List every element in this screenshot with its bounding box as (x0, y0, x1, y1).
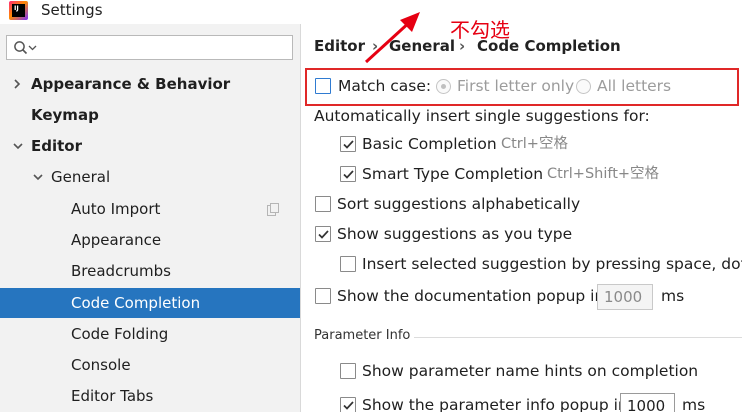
insert-by-space-row: Insert selected suggestion by pressing s… (340, 253, 742, 275)
show-info-popup-row: Show the parameter info popup in 1000 ms (340, 392, 742, 412)
sidebar-item-label: Code Folding (71, 325, 169, 343)
checkmark-icon (343, 401, 354, 410)
checkmark-icon (343, 170, 354, 179)
sidebar-item-appearance[interactable]: Appearance (0, 226, 300, 254)
show-as-you-type-label: Show suggestions as you type (337, 225, 573, 243)
checkmark-icon (343, 140, 354, 149)
sort-alphabetically-row: Sort suggestions alphabetically (315, 193, 735, 215)
app-icon-text: IJ (12, 4, 25, 17)
sort-alphabetically-label: Sort suggestions alphabetically (337, 195, 581, 213)
sidebar-item-label: Editor Tabs (71, 387, 154, 405)
show-as-you-type-row: Show suggestions as you type (315, 223, 735, 245)
sidebar-item-appearance-behavior[interactable]: Appearance & Behavior (0, 70, 300, 98)
sort-alphabetically-checkbox[interactable] (315, 196, 331, 212)
chevron-down-icon[interactable] (32, 171, 44, 183)
window-title: Settings (41, 1, 103, 19)
doc-popup-unit: ms (661, 287, 685, 305)
sidebar-item-label: Editor (31, 137, 82, 155)
info-popup-delay-input[interactable]: 1000 (620, 393, 675, 412)
sidebar-item-label: Breadcrumbs (71, 262, 171, 280)
sidebar-item-label: Appearance & Behavior (31, 75, 231, 93)
show-doc-popup-label: Show the documentation popup in (337, 287, 605, 305)
info-popup-unit: ms (682, 396, 706, 412)
sidebar-item-code-completion[interactable]: Code Completion (0, 288, 300, 318)
annotation-text: 不勾选 (450, 18, 510, 42)
sidebar-item-general[interactable]: General (0, 163, 300, 191)
show-doc-popup-row: Show the documentation popup in 1000 ms (315, 284, 735, 312)
insert-by-space-checkbox[interactable] (340, 256, 356, 272)
annotation-arrow-icon (364, 12, 420, 64)
basic-completion-label: Basic Completion (362, 135, 497, 153)
smart-type-completion-row: Smart Type Completion Ctrl+Shift+空格 (340, 163, 740, 185)
project-settings-icon (267, 203, 279, 216)
doc-popup-delay-input[interactable]: 1000 (597, 284, 653, 310)
show-as-you-type-checkbox[interactable] (315, 226, 331, 242)
sidebar-item-editor[interactable]: Editor (0, 132, 300, 160)
show-name-hints-checkbox[interactable] (340, 363, 356, 379)
smart-type-completion-label: Smart Type Completion (362, 165, 544, 183)
sidebar-item-keymap[interactable]: Keymap (0, 101, 300, 129)
search-input[interactable] (6, 35, 293, 60)
sidebar-item-label: Console (71, 356, 131, 374)
show-info-popup-checkbox[interactable] (340, 397, 356, 412)
section-divider (414, 337, 742, 338)
parameter-info-section-title: Parameter Info (314, 328, 411, 343)
sidebar-item-console[interactable]: Console (0, 351, 300, 379)
auto-insert-heading: Automatically insert single suggestions … (314, 107, 650, 125)
sidebar-item-label: Keymap (31, 106, 99, 124)
basic-completion-row: Basic Completion Ctrl+空格 (340, 133, 740, 155)
smart-type-completion-checkbox[interactable] (340, 166, 356, 182)
sidebar-item-label: Appearance (71, 231, 162, 249)
basic-completion-shortcut: Ctrl+空格 (501, 136, 568, 152)
show-name-hints-label: Show parameter name hints on completion (362, 362, 699, 380)
sidebar-item-code-folding[interactable]: Code Folding (0, 320, 300, 348)
settings-sidebar: Appearance & Behavior Keymap Editor Gene… (0, 24, 300, 412)
breadcrumb-item: Editor (314, 37, 365, 55)
basic-completion-checkbox[interactable] (340, 136, 356, 152)
sidebar-item-label: General (51, 168, 111, 186)
smart-type-completion-shortcut: Ctrl+Shift+空格 (547, 166, 660, 182)
chevron-right-icon[interactable] (11, 78, 23, 90)
sidebar-divider[interactable] (300, 24, 301, 412)
sidebar-item-label: Code Completion (71, 294, 201, 312)
sidebar-item-label: Auto Import (71, 200, 161, 218)
annotation-highlight-box (305, 68, 739, 106)
insert-by-space-label: Insert selected suggestion by pressing s… (362, 255, 742, 273)
sidebar-item-breadcrumbs[interactable]: Breadcrumbs (0, 257, 300, 285)
show-info-popup-label: Show the parameter info popup in (362, 396, 628, 412)
sidebar-item-auto-import[interactable]: Auto Import (0, 195, 300, 223)
chevron-down-icon[interactable] (12, 140, 24, 152)
sidebar-item-editor-tabs[interactable]: Editor Tabs (0, 382, 300, 410)
checkmark-icon (318, 230, 329, 239)
show-doc-popup-checkbox[interactable] (315, 288, 331, 304)
search-icon[interactable] (13, 40, 39, 56)
show-name-hints-row: Show parameter name hints on completion (340, 360, 740, 382)
intellij-logo-icon: IJ (9, 1, 28, 20)
